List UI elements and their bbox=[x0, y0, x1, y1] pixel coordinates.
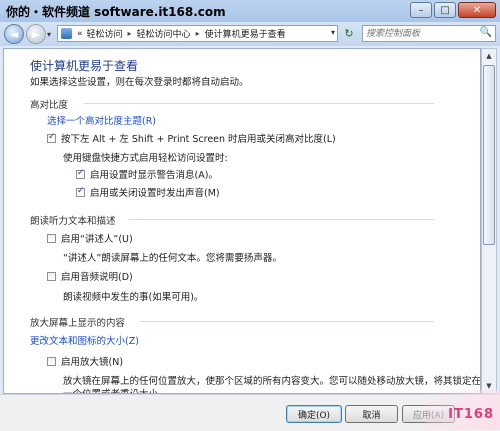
warning-label[interactable]: 启用设置时显示警告消息(A)。 bbox=[90, 167, 218, 181]
text-icon-size-link[interactable]: 更改文本和图标的大小(Z) bbox=[30, 333, 139, 347]
control-panel-window: 你的・软件频道 software.it168.com – □ ✕ ◄ ► ▾ «… bbox=[0, 0, 500, 431]
sound-checkbox[interactable] bbox=[76, 186, 85, 197]
scrollbar-thumb[interactable] bbox=[483, 65, 495, 245]
section-divider bbox=[129, 219, 434, 220]
title-bar: 你的・软件频道 software.it168.com – □ ✕ bbox=[0, 0, 500, 22]
scroll-up-icon[interactable]: ▲ bbox=[482, 49, 496, 63]
contrast-toggle-label[interactable]: 按下左 Alt + 左 Shift + Print Screen 时启用或关闭高… bbox=[61, 131, 336, 145]
breadcrumb[interactable]: « 轻松访问 ▸ 轻松访问中心 ▸ 使计算机更易于查看 ▾ bbox=[57, 25, 338, 42]
section-heading-magnify: 放大屏幕上显示的内容 bbox=[30, 318, 126, 329]
section-heading-narrator: 朗读听力文本和描述 bbox=[30, 216, 116, 227]
magnifier-description-line1: 放大镜在屏幕上的任何位置放大，使那个区域的所有内容变大。您可以随处移动放大镜，将… bbox=[63, 376, 481, 387]
vertical-scrollbar[interactable]: ▲ ▼ bbox=[481, 48, 497, 394]
contrast-toggle-checkbox[interactable] bbox=[47, 132, 56, 143]
forward-button[interactable]: ► bbox=[26, 24, 46, 44]
settings-content: 使计算机更易于查看 如果选择这些设置，则在每次登录时都将自动启动。 高对比度 选… bbox=[3, 48, 481, 394]
high-contrast-theme-link[interactable]: 选择一个高对比度主题(R) bbox=[47, 113, 156, 127]
chevron-right-icon[interactable]: ▸ bbox=[125, 29, 135, 38]
breadcrumb-overflow[interactable]: « bbox=[75, 29, 85, 39]
audio-description-label[interactable]: 启用音频说明(D) bbox=[61, 269, 133, 283]
page-description: 如果选择这些设置，则在每次登录时都将自动启动。 bbox=[30, 77, 249, 88]
breadcrumb-current-page[interactable]: 使计算机更易于查看 bbox=[203, 27, 288, 40]
sound-label[interactable]: 启用或关闭设置时发出声音(M) bbox=[90, 185, 220, 199]
close-button[interactable]: ✕ bbox=[458, 2, 496, 18]
refresh-icon[interactable]: ↻ bbox=[341, 27, 357, 42]
audio-description-text: 朗读视频中发生的事(如果可用)。 bbox=[63, 292, 204, 303]
narrator-description: “讲述人”朗读屏幕上的任何文本。您将需要扬声器。 bbox=[63, 253, 282, 264]
magnifier-label[interactable]: 启用放大镜(N) bbox=[61, 354, 123, 368]
ok-button[interactable]: 确定(O) bbox=[286, 405, 342, 423]
search-input[interactable] bbox=[363, 26, 479, 42]
cancel-button[interactable]: 取消 bbox=[345, 405, 398, 423]
narrator-row[interactable]: 启用“讲述人”(U) bbox=[47, 231, 133, 245]
title-watermark: 你的・软件频道 software.it168.com bbox=[6, 5, 226, 19]
warning-checkbox[interactable] bbox=[76, 168, 85, 179]
audio-description-row[interactable]: 启用音频说明(D) bbox=[47, 269, 133, 283]
magnifier-checkbox[interactable] bbox=[47, 356, 56, 366]
address-bar: ◄ ► ▾ « 轻松访问 ▸ 轻松访问中心 ▸ 使计算机更易于查看 ▾ ↻ 🔍 bbox=[0, 22, 500, 46]
shortcut-subheading: 使用键盘快捷方式启用轻松访问设置时: bbox=[63, 153, 228, 164]
chevron-down-icon[interactable]: ▾ bbox=[331, 28, 335, 37]
section-divider bbox=[84, 103, 434, 104]
narrator-label[interactable]: 启用“讲述人”(U) bbox=[61, 231, 133, 245]
breadcrumb-ease-of-access-center[interactable]: 轻松访问中心 bbox=[135, 27, 193, 40]
narrator-checkbox[interactable] bbox=[47, 233, 56, 243]
magnifier-row[interactable]: 启用放大镜(N) bbox=[47, 354, 123, 368]
minimize-button[interactable]: – bbox=[410, 2, 432, 18]
section-heading-contrast: 高对比度 bbox=[30, 100, 69, 111]
control-panel-icon bbox=[61, 28, 72, 39]
breadcrumb-ease-of-access[interactable]: 轻松访问 bbox=[85, 27, 125, 40]
search-icon[interactable]: 🔍 bbox=[480, 27, 492, 38]
watermark-logo-text: IT168 bbox=[448, 407, 494, 422]
section-divider bbox=[140, 321, 434, 322]
watermark-logo: IT168 bbox=[426, 390, 500, 430]
back-button[interactable]: ◄ bbox=[4, 24, 24, 44]
contrast-toggle-row[interactable]: 按下左 Alt + 左 Shift + Print Screen 时启用或关闭高… bbox=[47, 131, 336, 145]
audio-description-checkbox[interactable] bbox=[47, 271, 56, 281]
window-controls: – □ ✕ bbox=[410, 2, 496, 18]
search-box[interactable]: 🔍 bbox=[362, 25, 496, 42]
sound-row[interactable]: 启用或关闭设置时发出声音(M) bbox=[76, 185, 220, 199]
chevron-right-icon[interactable]: ▸ bbox=[193, 29, 203, 38]
maximize-button[interactable]: □ bbox=[434, 2, 456, 18]
dialog-footer: 确定(O) 取消 应用(A) bbox=[0, 394, 500, 431]
warning-row[interactable]: 启用设置时显示警告消息(A)。 bbox=[76, 167, 218, 181]
magnifier-description-line2: 一个位置或者重设大小。 bbox=[63, 386, 168, 393]
page-title: 使计算机更易于查看 bbox=[30, 59, 139, 73]
recent-pages-icon[interactable]: ▾ bbox=[47, 30, 51, 39]
